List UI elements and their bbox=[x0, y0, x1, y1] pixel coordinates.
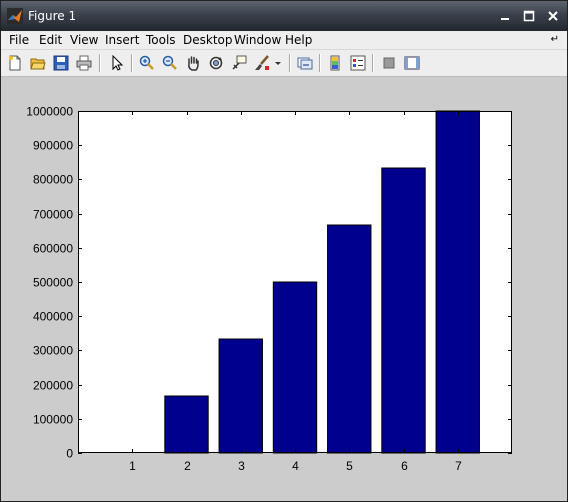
open-file-button[interactable] bbox=[28, 53, 48, 73]
y-tick-label: 700000 bbox=[33, 208, 73, 222]
zoom-in-icon bbox=[139, 55, 154, 70]
menu-file[interactable]: File bbox=[9, 33, 29, 47]
x-tick-label: 1 bbox=[129, 459, 136, 473]
new-figure-icon bbox=[9, 55, 21, 71]
dock-figure-icon[interactable]: ↵ bbox=[551, 34, 559, 45]
save-button[interactable] bbox=[51, 53, 71, 73]
bar-7[interactable] bbox=[435, 110, 480, 454]
menu-tools[interactable]: Tools bbox=[146, 33, 176, 47]
bar-5[interactable] bbox=[327, 224, 372, 454]
select-arrow-icon bbox=[112, 55, 124, 71]
y-tick-label: 500000 bbox=[33, 276, 73, 290]
y-tick-label: 800000 bbox=[33, 173, 73, 187]
save-icon bbox=[53, 55, 69, 71]
x-tick-label: 3 bbox=[238, 459, 245, 473]
zoom-in-button[interactable] bbox=[137, 53, 157, 73]
print-icon bbox=[76, 55, 92, 71]
close-button[interactable] bbox=[543, 7, 563, 25]
bar-chart-axes[interactable]: 0 100000 200000 300000 400000 500000 600000 700… bbox=[1, 77, 567, 501]
y-tick-label: 1000000 bbox=[26, 105, 73, 119]
data-cursor-icon bbox=[232, 55, 247, 70]
menu-help[interactable]: Help bbox=[285, 33, 312, 47]
close-icon bbox=[548, 11, 558, 21]
show-plot-tools-icon bbox=[404, 56, 420, 70]
link-plot-button[interactable] bbox=[295, 53, 315, 73]
bar-2[interactable] bbox=[164, 395, 209, 454]
pan-button[interactable] bbox=[183, 53, 203, 73]
maximize-button[interactable] bbox=[519, 7, 539, 25]
open-file-icon bbox=[30, 58, 46, 70]
hide-plot-tools-icon bbox=[383, 57, 395, 69]
y-tick-label: 900000 bbox=[33, 139, 73, 153]
brush-icon bbox=[255, 55, 269, 70]
bar-3[interactable] bbox=[218, 338, 263, 454]
hide-plot-tools-button[interactable] bbox=[379, 53, 399, 73]
pan-hand-icon bbox=[188, 56, 199, 71]
minimize-icon bbox=[501, 18, 509, 20]
show-plot-tools-button[interactable] bbox=[402, 53, 422, 73]
y-tick-label: 300000 bbox=[33, 344, 73, 358]
y-tick-label: 400000 bbox=[33, 310, 73, 324]
title-bar[interactable]: Figure 1 bbox=[1, 1, 567, 31]
x-tick-label: 5 bbox=[346, 459, 353, 473]
rotate-3d-button[interactable] bbox=[206, 53, 226, 73]
window-title: Figure 1 bbox=[28, 9, 77, 23]
bar-6[interactable] bbox=[381, 167, 426, 454]
x-tick-label: 4 bbox=[292, 459, 299, 473]
minimize-button[interactable] bbox=[495, 7, 515, 25]
y-tick-label: 200000 bbox=[33, 379, 73, 393]
zoom-out-icon bbox=[162, 55, 177, 70]
menu-insert[interactable]: Insert bbox=[105, 33, 139, 47]
insert-legend-button[interactable] bbox=[348, 53, 368, 73]
y-tick-label: 0 bbox=[66, 447, 73, 461]
brush-dropdown-button[interactable] bbox=[272, 53, 284, 73]
figure-toolbar bbox=[1, 50, 567, 77]
menu-edit[interactable]: Edit bbox=[39, 33, 62, 47]
figure-window: Figure 1 File Edit View Insert Tools Des… bbox=[0, 0, 568, 502]
colorbar-icon bbox=[330, 55, 340, 71]
x-tick-label: 7 bbox=[455, 459, 462, 473]
rotate-3d-icon bbox=[209, 56, 223, 70]
menu-desktop[interactable]: Desktop bbox=[183, 33, 233, 47]
x-tick-label: 2 bbox=[184, 459, 191, 473]
zoom-out-button[interactable] bbox=[160, 53, 180, 73]
new-figure-button[interactable] bbox=[5, 53, 25, 73]
brush-dropdown-icon bbox=[275, 62, 281, 65]
brush-button[interactable] bbox=[252, 53, 272, 73]
y-tick-label: 600000 bbox=[33, 242, 73, 256]
link-plot-icon bbox=[297, 57, 313, 70]
menu-bar: File Edit View Insert Tools Desktop Wind… bbox=[1, 31, 567, 50]
maximize-icon bbox=[523, 10, 535, 22]
bar-4[interactable] bbox=[272, 281, 318, 454]
matlab-logo-icon bbox=[7, 8, 23, 24]
insert-colorbar-button[interactable] bbox=[325, 53, 345, 73]
x-tick-label: 6 bbox=[401, 459, 408, 473]
y-tick-label: 100000 bbox=[33, 413, 73, 427]
print-button[interactable] bbox=[74, 53, 94, 73]
data-cursor-button[interactable] bbox=[229, 53, 249, 73]
menu-window[interactable]: Window bbox=[234, 33, 281, 47]
menu-view[interactable]: View bbox=[70, 33, 98, 47]
figure-canvas: 0 100000 200000 300000 400000 500000 600000 700… bbox=[1, 77, 567, 501]
legend-icon bbox=[350, 55, 366, 71]
select-arrow-button[interactable] bbox=[107, 53, 127, 73]
